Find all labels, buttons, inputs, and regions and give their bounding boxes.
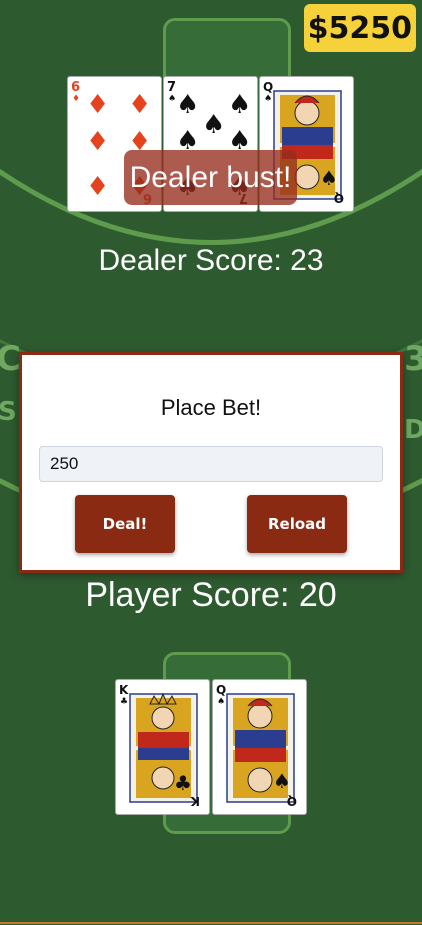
svg-text:Q: Q bbox=[287, 794, 297, 808]
modal-title: Place Bet! bbox=[160, 395, 262, 420]
svg-text:♦: ♦ bbox=[128, 90, 151, 120]
svg-text:C: C bbox=[0, 339, 21, 379]
svg-text:♠: ♠ bbox=[202, 110, 225, 140]
player-card-queen-spades: Q ♠ ♠ Q bbox=[212, 679, 307, 815]
svg-text:K: K bbox=[190, 794, 200, 808]
card-rank: Q bbox=[216, 683, 226, 697]
money-balance: $5250 bbox=[303, 4, 416, 52]
svg-text:♣: ♣ bbox=[120, 697, 128, 707]
svg-text:S: S bbox=[0, 397, 17, 427]
svg-text:♦: ♦ bbox=[72, 94, 80, 104]
reload-button[interactable]: Reload bbox=[247, 495, 347, 553]
place-bet-modal: Place Bet! Deal! Reload bbox=[19, 352, 403, 573]
svg-text:♠: ♠ bbox=[228, 90, 251, 120]
svg-text:Q: Q bbox=[334, 191, 344, 205]
svg-text:♦: ♦ bbox=[86, 127, 109, 157]
dealer-bust-message: Dealer bust! bbox=[124, 150, 297, 205]
svg-text:♠: ♠ bbox=[217, 697, 225, 707]
card-rank: K bbox=[119, 683, 129, 697]
player-score: Player Score: 20 bbox=[85, 576, 337, 614]
card-rank: Q bbox=[263, 80, 273, 94]
bet-amount-input[interactable] bbox=[39, 446, 383, 482]
card-rank: 7 bbox=[167, 80, 176, 95]
player-hand: K ♣ ♣ K Q ♠ ♠ Q bbox=[115, 679, 308, 816]
svg-text:♦: ♦ bbox=[86, 172, 109, 202]
deal-button[interactable]: Deal! bbox=[75, 495, 175, 553]
svg-text:♠: ♠ bbox=[168, 94, 176, 104]
svg-text:♠: ♠ bbox=[176, 90, 199, 120]
player-card-king-clubs: K ♣ ♣ K bbox=[115, 679, 210, 815]
svg-text:♠: ♠ bbox=[264, 94, 272, 104]
dealer-score: Dealer Score: 23 bbox=[98, 244, 324, 277]
svg-text:♣: ♣ bbox=[174, 771, 192, 795]
svg-text:♠: ♠ bbox=[273, 769, 291, 793]
svg-text:D: D bbox=[404, 415, 422, 445]
svg-text:♠: ♠ bbox=[320, 166, 338, 190]
svg-text:3: 3 bbox=[404, 339, 422, 379]
svg-text:♦: ♦ bbox=[86, 90, 109, 120]
card-rank: 6 bbox=[71, 80, 80, 95]
